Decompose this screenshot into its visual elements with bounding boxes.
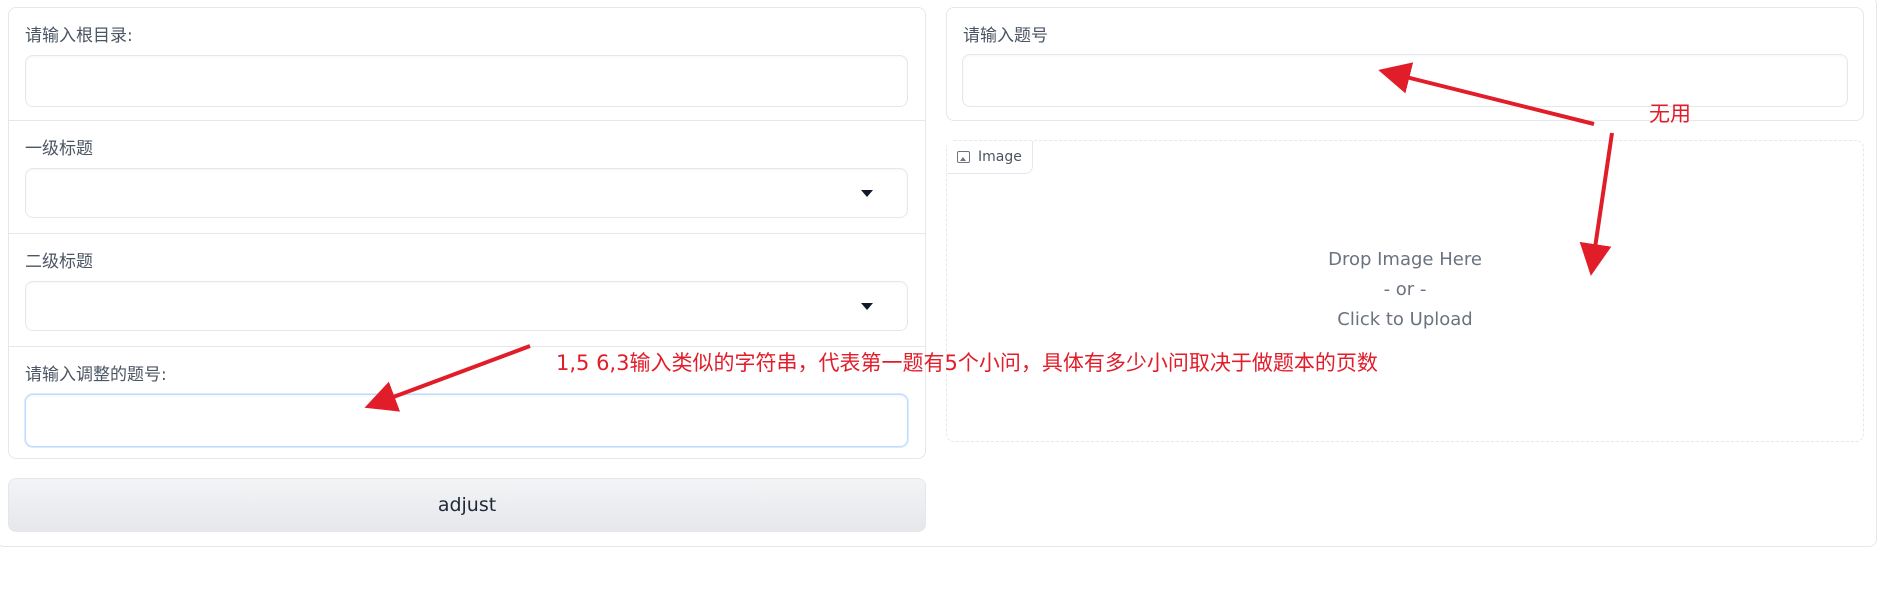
image-tag-label: Image	[978, 149, 1022, 165]
level1-label: 一级标题	[25, 139, 93, 159]
adjust-numbers-input[interactable]	[25, 394, 908, 447]
adjust-numbers-label: 请输入调整的题号:	[25, 365, 167, 385]
left-form-panel: 请输入根目录: 一级标题 二级标题 请输入调整的题号:	[8, 7, 926, 459]
format-annotation: 1,5 6,3输入类似的字符串，代表第一题有5个小问，具体有多少小问取决于做题本…	[556, 351, 1378, 375]
drop-image-text: Drop Image Here	[1328, 249, 1482, 270]
root-dir-label: 请输入根目录:	[25, 26, 133, 46]
level2-label: 二级标题	[25, 252, 93, 272]
image-icon	[957, 151, 970, 163]
root-dir-input[interactable]	[25, 55, 908, 107]
adjust-button[interactable]: adjust	[8, 478, 926, 532]
chevron-down-icon	[861, 190, 873, 197]
root-dir-block: 请输入根目录:	[9, 8, 925, 121]
click-to-upload-text: Click to Upload	[1337, 309, 1473, 330]
or-text: - or -	[1383, 279, 1427, 300]
question-number-input[interactable]	[962, 54, 1848, 107]
chevron-down-icon	[861, 303, 873, 310]
page: 请输入根目录: 一级标题 二级标题 请输入调整的题号: adjust 请输入题号	[0, 0, 1892, 591]
level1-dropdown[interactable]	[25, 168, 908, 218]
question-number-panel: 请输入题号	[946, 7, 1864, 121]
level2-dropdown[interactable]	[25, 281, 908, 331]
question-number-label: 请输入题号	[963, 26, 1048, 46]
level2-block: 二级标题	[9, 234, 925, 347]
level1-block: 一级标题	[9, 121, 925, 234]
image-tag: Image	[947, 141, 1033, 174]
image-upload-area[interactable]: Image Drop Image Here - or - Click to Up…	[946, 140, 1864, 442]
useless-annotation: 无用	[1649, 102, 1691, 126]
